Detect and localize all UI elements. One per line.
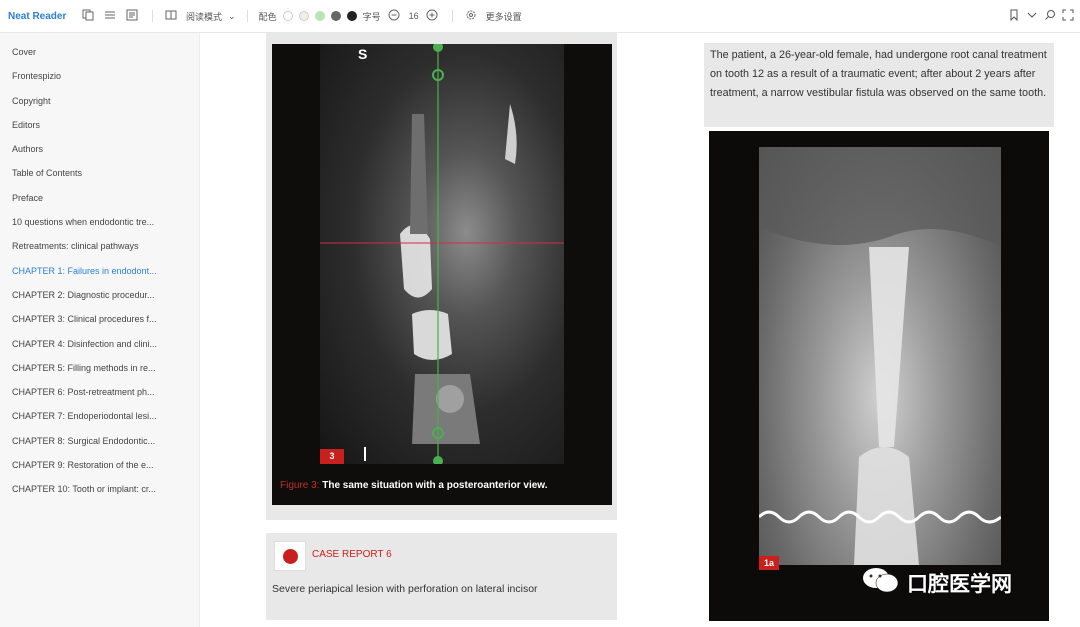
bookmark-icon[interactable] (1008, 9, 1020, 23)
chevron-down-icon[interactable]: ⌄ (228, 11, 236, 22)
reading-mode-dropdown[interactable]: 阅读模式 (186, 10, 222, 23)
gear-icon[interactable] (465, 9, 479, 23)
wechat-icon (861, 565, 901, 601)
periapical-xray-image (759, 147, 1001, 565)
color-white-swatch[interactable] (282, 11, 293, 21)
color-gray-swatch[interactable] (330, 11, 341, 21)
orientation-marker: S (358, 46, 368, 62)
toc-item[interactable]: Copyright (0, 89, 170, 113)
case-report-icon (274, 541, 306, 571)
toc-item[interactable]: Frontespizio (0, 64, 170, 88)
toc-item[interactable]: Table of Contents (0, 161, 170, 185)
toc-item[interactable]: CHAPTER 5: Filling methods in re... (0, 356, 170, 380)
color-cream-swatch[interactable] (298, 11, 309, 21)
toc-item[interactable]: CHAPTER 9: Restoration of the e... (0, 453, 170, 477)
reading-mode-icon[interactable] (165, 9, 179, 23)
toc-item[interactable]: CHAPTER 4: Disinfection and clini... (0, 332, 170, 356)
toc-item[interactable]: CHAPTER 7: Endoperiodontal lesi... (0, 404, 170, 428)
separator (451, 10, 453, 22)
note-icon[interactable] (126, 9, 140, 23)
figure-number-badge: 1a (759, 556, 779, 570)
list-icon[interactable] (104, 9, 118, 23)
toc-item[interactable]: Editors (0, 113, 170, 137)
figure-caption: Figure 3: The same situation with a post… (280, 480, 547, 491)
figure-number-badge: 3 (320, 449, 344, 464)
increase-font-icon[interactable] (426, 9, 440, 23)
toc-item[interactable]: CHAPTER 10: Tooth or implant: cr... (0, 477, 170, 501)
toc-item-active[interactable]: CHAPTER 1: Failures in endodont... (0, 259, 170, 283)
watermark-text: 口腔医学网 (907, 573, 1012, 596)
copy-icon[interactable] (82, 9, 96, 23)
decrease-font-icon[interactable] (388, 9, 402, 23)
separator (152, 10, 153, 22)
scale-bar (364, 447, 366, 461)
color-green-swatch[interactable] (314, 11, 325, 21)
figure-image: 1a (709, 131, 1049, 621)
color-dark-swatch[interactable] (346, 11, 357, 21)
toc-item[interactable]: Cover (0, 40, 170, 64)
toc-item[interactable]: Retreatments: clinical pathways (0, 234, 170, 258)
body-paragraph: The patient, a 26-year-old female, had u… (704, 43, 1054, 127)
toc-item[interactable]: Authors (0, 137, 170, 161)
chevron-down-icon[interactable] (1026, 9, 1038, 23)
figure-caption-text: The same situation with a posteroanterio… (322, 480, 548, 491)
font-size-label: 字号 (362, 11, 381, 22)
color-label: 配色 (258, 11, 277, 22)
app-name[interactable]: Neat Reader (8, 11, 78, 22)
watermark: 口腔医学网 (861, 565, 1012, 601)
search-icon[interactable] (1044, 9, 1056, 23)
figure-panel: S 3 Figure 3: The same situation with a … (266, 33, 617, 520)
case-report-text: Severe periapical lesion with perforatio… (272, 583, 538, 595)
toc-item[interactable]: CHAPTER 6: Post-retreatment ph... (0, 380, 170, 404)
table-of-contents: Cover Frontespizio Copyright Editors Aut… (0, 33, 200, 627)
cbct-xray-image: S (320, 44, 564, 464)
toolbar: Neat Reader 阅读模式 ⌄ 配色 字号 16 更多设置 (0, 0, 1080, 33)
fullscreen-icon[interactable] (1062, 9, 1074, 23)
more-settings-button[interactable]: 更多设置 (486, 10, 522, 23)
font-size-value: 16 (408, 11, 419, 21)
toc-item[interactable]: CHAPTER 3: Clinical procedures f... (0, 307, 170, 331)
figure-caption-label: Figure 3: (280, 480, 320, 491)
toc-item[interactable]: Preface (0, 186, 170, 210)
separator (246, 10, 248, 22)
reading-content[interactable]: S 3 Figure 3: The same situation with a … (201, 33, 1080, 627)
toc-item[interactable]: CHAPTER 2: Diagnostic procedur... (0, 283, 170, 307)
toc-item[interactable]: CHAPTER 8: Surgical Endodontic... (0, 429, 170, 453)
case-report-title: CASE REPORT 6 (312, 549, 392, 560)
case-report-panel: CASE REPORT 6 Severe periapical lesion w… (266, 533, 617, 620)
toc-item[interactable]: 10 questions when endodontic tre... (0, 210, 170, 234)
figure-image: S 3 Figure 3: The same situation with a … (272, 44, 612, 505)
